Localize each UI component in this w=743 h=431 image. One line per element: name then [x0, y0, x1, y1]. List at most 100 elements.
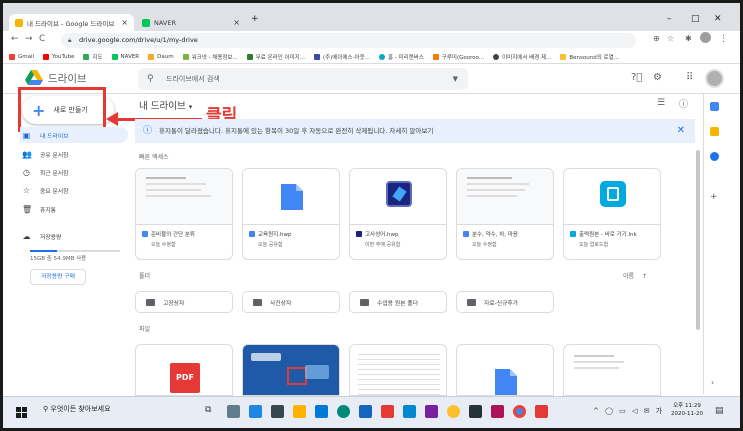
account-avatar[interactable] — [705, 69, 724, 88]
taskbar-clock[interactable]: 오후 11:29 2020-11-20 — [671, 402, 703, 418]
bookmark-daum[interactable]: Daum — [148, 53, 174, 60]
sidebar-item-trash[interactable]: 🗑 휴지통 — [22, 201, 130, 217]
profile-avatar-icon[interactable] — [700, 32, 711, 43]
page-title[interactable]: 내 드라이브 ▾ — [139, 98, 192, 112]
windows-taskbar: ⚲ 우엇이든 찾아보세요 ⧉ ^ ◯ ▭ ◁ ✉ 가 오후 11:29 2020… — [3, 396, 740, 428]
calendar-icon[interactable] — [710, 102, 719, 111]
bookmark-removebg[interactable]: 이미지에서 배경 제... — [493, 53, 551, 61]
kakaotalk-icon[interactable] — [447, 405, 460, 418]
settings-gear-icon[interactable]: ⚙ — [653, 72, 662, 83]
close-window-button[interactable]: ✕ — [714, 14, 722, 24]
tab-naver[interactable]: NAVER × — [136, 14, 246, 31]
folder-item[interactable]: 자료-신규추가 — [456, 291, 554, 313]
app-icon[interactable] — [425, 405, 438, 418]
windows-start-icon[interactable] — [16, 407, 27, 418]
bookmark-label: 워크넷 - 채용정보... — [191, 54, 238, 61]
buy-storage-button[interactable]: 저장용량 구매 — [30, 269, 86, 285]
keep-icon[interactable] — [710, 127, 719, 136]
search-app-icon[interactable] — [271, 405, 284, 418]
sidebar-item-shared[interactable]: 👥 공유 문서함 — [22, 146, 130, 162]
add-addon-icon[interactable]: + — [710, 192, 718, 202]
sidebar-item-starred[interactable]: ☆ 중요 문서함 — [22, 182, 130, 198]
close-tab-icon[interactable]: × — [233, 18, 240, 27]
hwp-taskbar-icon[interactable] — [359, 405, 372, 418]
quick-access-card[interactable]: 분수, 약수, 차, 마음 오늘 수정함 — [456, 168, 554, 260]
tasks-icon[interactable] — [710, 152, 719, 161]
task-view-icon[interactable]: ⧉ — [205, 405, 211, 415]
file-card[interactable] — [563, 344, 661, 396]
forward-icon[interactable]: → — [25, 34, 33, 44]
app-icon[interactable] — [381, 405, 394, 418]
new-tab-button[interactable]: + — [251, 14, 259, 24]
menu-dots-icon[interactable]: ⋮ — [719, 34, 728, 44]
back-icon[interactable]: ← — [11, 34, 19, 44]
chrome-icon[interactable] — [513, 405, 526, 418]
folder-item[interactable]: 수업용 원본 폴더 — [349, 291, 447, 313]
bookmark-miricanvas[interactable]: 홈 - 미리캔버스 — [378, 53, 424, 61]
help-icon[interactable]: ?⃝ — [631, 72, 642, 83]
search-options-icon[interactable]: ▼ — [453, 68, 458, 90]
recent-icon: ◷ — [23, 167, 30, 177]
close-tab-icon[interactable]: × — [121, 18, 128, 27]
folder-item[interactable]: 사진상자 — [242, 291, 340, 313]
file-card[interactable] — [456, 344, 554, 396]
address-bar[interactable]: 🔒︎ drive.google.com/drive/u/1/my-drive — [61, 33, 636, 48]
pdf-icon: PDF — [170, 363, 200, 393]
file-explorer-icon[interactable] — [293, 405, 306, 418]
drive-search-input[interactable]: ⚲ 드라이브에서 검색 ▼ — [138, 68, 468, 90]
settings-app-icon[interactable] — [227, 405, 240, 418]
mail-app-icon[interactable] — [249, 405, 262, 418]
reload-icon[interactable]: C — [39, 34, 45, 44]
bookmark-worknet[interactable]: 워크넷 - 채용정보... — [182, 53, 238, 61]
app-icon[interactable] — [403, 405, 416, 418]
main-scrollbar[interactable] — [696, 150, 700, 330]
search-icon: ⚲ — [147, 74, 154, 84]
quick-access-card[interactable]: 교육원지.hwp 오늘 공유함 — [242, 168, 340, 260]
minimize-button[interactable]: – — [667, 14, 672, 24]
bookmark-bensound[interactable]: Bensound의 로열... — [560, 53, 619, 61]
quick-access-card[interactable]: 고사성어.hwp 이번 주에 공유함 — [349, 168, 447, 260]
bookmark-label: NAVER — [120, 53, 140, 60]
file-card[interactable]: PDF — [135, 344, 233, 396]
bookmark-label: YouTube — [52, 53, 75, 60]
expand-panel-icon[interactable]: › — [711, 378, 714, 387]
bookmark-gmail[interactable]: Gmail — [9, 53, 34, 60]
app-icon[interactable] — [535, 405, 548, 418]
file-name: 고사성어.hwp — [365, 232, 399, 238]
bookmark-gooroomee[interactable]: 구루미(Gooroo... — [432, 53, 484, 61]
extensions-icon[interactable]: ✱ — [685, 34, 692, 43]
details-info-icon[interactable]: ⓘ — [679, 97, 688, 110]
sidebar-item-my-drive[interactable]: ▣ 내 드라이브 — [20, 127, 128, 143]
quick-access-card[interactable]: 준비물의 간단 분류 오늘 수정함 — [135, 168, 233, 260]
apps-grid-icon[interactable]: ⠿ — [686, 72, 693, 83]
drive-logo[interactable]: 드라이브 — [25, 70, 87, 86]
system-tray[interactable]: ^ ◯ ▭ ◁ ✉ 가 — [593, 406, 664, 416]
maximize-button[interactable]: □ — [691, 14, 700, 24]
bookmark-star-icon[interactable]: ☆ — [667, 34, 674, 43]
folder-item[interactable]: 고장상자 — [135, 291, 233, 313]
list-view-icon[interactable]: ☰ — [657, 98, 665, 108]
app-icon[interactable] — [469, 405, 482, 418]
sort-control[interactable]: 이름 ↑ — [623, 271, 647, 280]
app-icon[interactable] — [491, 405, 504, 418]
sidebar-item-storage[interactable]: ☁ 저장용량 — [22, 228, 130, 244]
bookmark-maps[interactable]: 지도 — [83, 53, 103, 61]
close-banner-icon[interactable]: ✕ — [677, 119, 685, 143]
banner-text: 휴지통이 달라졌습니다. 휴지통에 있는 항목이 30일 후 자동으로 완전히 … — [159, 127, 434, 135]
bookmark-as[interactable]: (주)에이에스-아웃... — [313, 53, 370, 61]
bookmark-naver[interactable]: NAVER — [111, 53, 140, 60]
gmail-icon — [9, 53, 15, 60]
tab-google-drive[interactable]: 내 드라이브 - Google 드라이브 × — [9, 14, 134, 31]
edge-browser-icon[interactable] — [315, 405, 328, 418]
app-icon[interactable] — [337, 405, 350, 418]
bookmark-youtube[interactable]: YouTube — [43, 53, 75, 60]
quick-access-card[interactable]: 출력원본 - 바로 가기.lnk 오늘 업로드함 — [563, 168, 661, 260]
file-card[interactable] — [242, 344, 340, 396]
bookmark-images[interactable]: 무료 온라인 이미지... — [246, 53, 305, 61]
tab-label: NAVER — [154, 18, 176, 27]
taskbar-search[interactable]: ⚲ 우엇이든 찾아보세요 — [43, 404, 111, 414]
sidebar-item-recent[interactable]: ◷ 최근 문서함 — [22, 164, 130, 180]
notification-icon[interactable]: ▤ — [715, 406, 724, 416]
file-card[interactable] — [349, 344, 447, 396]
install-icon[interactable]: ⊕ — [653, 34, 660, 43]
